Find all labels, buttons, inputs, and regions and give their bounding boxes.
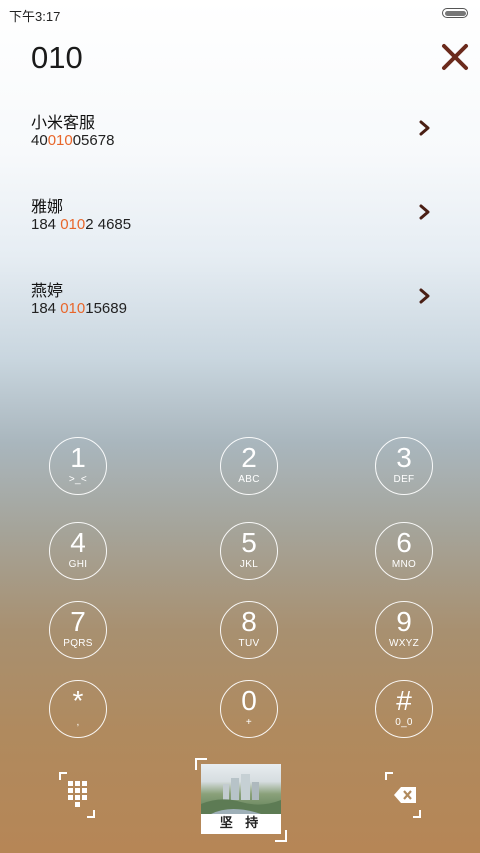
contact-name: 燕婷: [31, 283, 64, 300]
status-bar: 下午3:17: [0, 0, 480, 28]
contact-name: 雅娜: [31, 199, 64, 216]
key-9[interactable]: 9 WXYZ: [375, 601, 433, 659]
key-8[interactable]: 8 TUV: [220, 601, 278, 659]
key-5[interactable]: 5 JKL: [220, 522, 278, 580]
key-star[interactable]: * ,: [49, 680, 107, 738]
key-hash[interactable]: # 0_0: [375, 680, 433, 738]
thumbnail-caption: 坚 持: [219, 816, 263, 831]
status-time: 下午3:17: [9, 9, 61, 24]
keypad-grid-icon: [59, 772, 95, 818]
photo-thumbnail[interactable]: 坚 持: [195, 758, 287, 842]
contact-name: 小米客服: [31, 115, 96, 132]
chevron-right-icon: [419, 204, 430, 220]
dialed-number: 010: [31, 40, 83, 75]
key-1[interactable]: 1 >_<: [49, 437, 107, 495]
battery-icon: [442, 8, 468, 18]
key-6[interactable]: 6 MNO: [375, 522, 433, 580]
key-2[interactable]: 2 ABC: [220, 437, 278, 495]
backspace-icon: [385, 772, 421, 818]
thumbnail-photo: [201, 764, 281, 814]
key-4[interactable]: 4 GHI: [49, 522, 107, 580]
contact-item[interactable]: 燕婷 184 01015689: [0, 277, 480, 347]
keypad-toggle-button[interactable]: [58, 771, 96, 819]
close-icon[interactable]: [440, 42, 470, 72]
contact-item[interactable]: 雅娜 184 0102 4685: [0, 193, 480, 263]
delete-button[interactable]: [384, 771, 422, 819]
contact-number: 184 0102 4685: [31, 216, 132, 233]
chevron-right-icon: [419, 288, 430, 304]
contact-number: 4001005678: [31, 132, 115, 149]
chevron-right-icon: [419, 120, 430, 136]
key-0[interactable]: 0 +: [220, 680, 278, 738]
contact-item[interactable]: 小米客服 4001005678: [0, 109, 480, 179]
key-3[interactable]: 3 DEF: [375, 437, 433, 495]
thumbnail-image: 坚 持: [201, 764, 281, 834]
key-7[interactable]: 7 PQRS: [49, 601, 107, 659]
contact-number: 184 01015689: [31, 300, 127, 317]
